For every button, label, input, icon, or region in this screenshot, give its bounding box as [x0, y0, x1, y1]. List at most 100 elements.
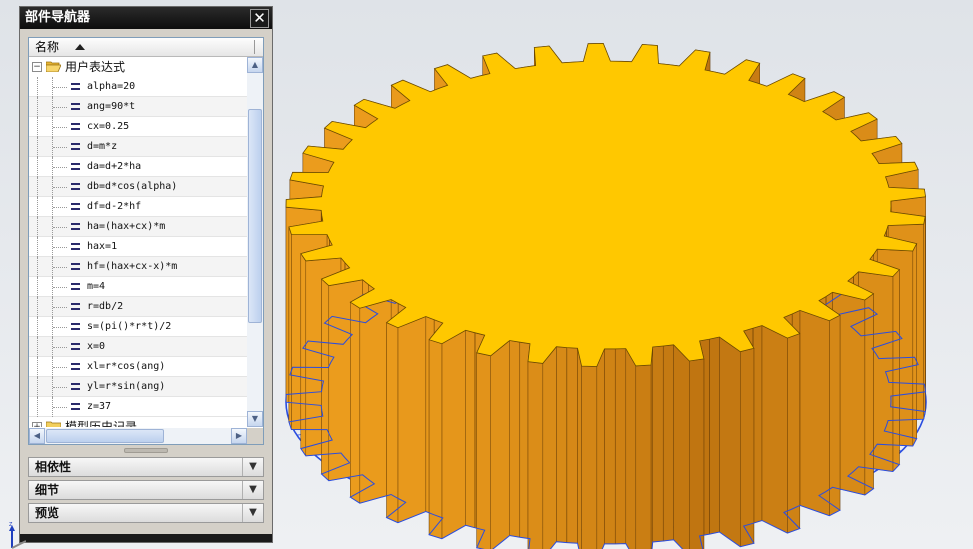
- tree-row-expression[interactable]: ang=90*t: [29, 97, 247, 117]
- expression-icon: [71, 163, 80, 170]
- tree-rows: − 用户表达式 alpha=20 ang=90*t cx=0.25 d=m*z da=d…: [29, 57, 247, 427]
- scroll-right-icon[interactable]: ▶: [231, 428, 247, 444]
- tooth-side-face: [397, 316, 426, 523]
- expression-text: df=d-2*hf: [87, 201, 142, 212]
- tooth-side-face: [864, 293, 874, 496]
- tree-line: [53, 127, 67, 128]
- tooth-side-face: [566, 347, 578, 544]
- tree-row-expression[interactable]: xl=r*cos(ang): [29, 357, 247, 377]
- expression-text: yl=r*sin(ang): [87, 381, 166, 392]
- tooth-side-face: [577, 348, 582, 549]
- tree-group-model-history[interactable]: + 模型历史记录: [29, 417, 247, 427]
- tree-line: [37, 317, 38, 337]
- tree-row-expression[interactable]: z=37: [29, 397, 247, 417]
- expression-text: x=0: [87, 341, 106, 352]
- scroll-left-icon[interactable]: ◀: [29, 428, 45, 444]
- tooth-side-face: [761, 325, 788, 534]
- tooth-side-face: [476, 352, 491, 549]
- tree-line: [37, 357, 38, 377]
- navigator-title: 部件导航器: [20, 7, 272, 29]
- tree-row-expression[interactable]: m=4: [29, 277, 247, 297]
- tree-line: [37, 277, 38, 297]
- expression-icon: [71, 303, 80, 310]
- tree-row-expression[interactable]: df=d-2*hf: [29, 197, 247, 217]
- expression-text: cx=0.25: [87, 121, 130, 132]
- tooth-side-face: [596, 348, 605, 549]
- tree-row-expression[interactable]: s=(pi()*r*t)/2: [29, 317, 247, 337]
- section-details[interactable]: 细节 ▼: [28, 480, 264, 500]
- expand-icon[interactable]: +: [32, 422, 42, 427]
- tooth-side-face: [288, 226, 292, 430]
- horizontal-scroll-thumb[interactable]: [46, 429, 164, 443]
- collapse-icon[interactable]: −: [32, 62, 42, 72]
- tooth-side-face: [740, 348, 755, 547]
- expression-text: xl=r*cos(ang): [87, 361, 166, 372]
- section-preview[interactable]: 预览 ▼: [28, 503, 264, 523]
- tree-row-expression[interactable]: hf=(hax+cx-x)*m: [29, 257, 247, 277]
- close-icon[interactable]: ✕: [250, 9, 269, 28]
- tree-line: [37, 137, 38, 157]
- tree-group-user-expressions[interactable]: − 用户表达式: [29, 57, 247, 77]
- expression-icon: [71, 263, 80, 270]
- expression-text: d=m*z: [87, 141, 118, 152]
- expression-icon: [71, 323, 80, 330]
- tree-row-expression[interactable]: r=db/2: [29, 297, 247, 317]
- tooth-side-face: [829, 314, 841, 517]
- tree-row-expression[interactable]: da=d+2*ha: [29, 157, 247, 177]
- expression-text: hf=(hax+cx-x)*m: [87, 261, 178, 272]
- tree-row-expression[interactable]: cx=0.25: [29, 117, 247, 137]
- tree-line: [53, 147, 67, 148]
- tree-row-expression[interactable]: d=m*z: [29, 137, 247, 157]
- tooth-side-face: [604, 348, 616, 545]
- tooth-side-face: [556, 346, 568, 543]
- chevron-down-icon[interactable]: ▼: [242, 504, 263, 522]
- horizontal-scrollbar[interactable]: ◀ ▶: [29, 428, 247, 444]
- tree-row-expression[interactable]: ha=(hax+cx)*m: [29, 217, 247, 237]
- tree-line: [37, 157, 38, 177]
- scroll-down-icon[interactable]: ▼: [247, 411, 263, 427]
- expression-text: m=4: [87, 281, 106, 292]
- vertical-scroll-thumb[interactable]: [248, 109, 262, 323]
- expression-text: s=(pi()*r*t)/2: [87, 321, 172, 332]
- tree-line: [53, 307, 67, 308]
- tree-line: [53, 187, 67, 188]
- tooth-side-face: [673, 344, 690, 549]
- tree-row-expression[interactable]: yl=r*sin(ang): [29, 377, 247, 397]
- tree-row-expression[interactable]: db=d*cos(alpha): [29, 177, 247, 197]
- scroll-corner: [247, 428, 263, 444]
- tree-line: [53, 287, 67, 288]
- scroll-up-icon[interactable]: ▲: [247, 57, 263, 73]
- pane-splitter[interactable]: [124, 448, 168, 453]
- tooth-side-face: [650, 346, 653, 549]
- open-folder-icon: [46, 61, 61, 72]
- tree-line: [37, 257, 38, 277]
- navigator-tree[interactable]: 名称 − 用户表达式 alpha=20 ang=90*t cx=0.25 d=m*z d…: [28, 37, 264, 445]
- tooth-side-face: [542, 346, 557, 549]
- column-header[interactable]: 名称: [29, 38, 263, 57]
- tree-line: [37, 217, 38, 237]
- expression-icon: [71, 103, 80, 110]
- column-header-name: 名称: [35, 40, 60, 54]
- tree-line: [37, 177, 38, 197]
- chevron-down-icon[interactable]: ▼: [242, 481, 263, 499]
- vertical-scrollbar[interactable]: ▲ ▼: [247, 57, 263, 427]
- column-resize-handle[interactable]: [254, 40, 255, 54]
- tree-row-expression[interactable]: x=0: [29, 337, 247, 357]
- tree-row-expression[interactable]: alpha=20: [29, 77, 247, 97]
- chevron-down-icon[interactable]: ▼: [242, 458, 263, 476]
- navigator-bottom-bar: [20, 534, 272, 542]
- tooth-side-face: [663, 344, 674, 542]
- tooth-side-face: [321, 278, 329, 482]
- tree-line: [53, 327, 67, 328]
- section-dependencies[interactable]: 相依性 ▼: [28, 457, 264, 477]
- tree-row-expression[interactable]: hax=1: [29, 237, 247, 257]
- expression-icon: [71, 363, 80, 370]
- tree-line: [53, 347, 67, 348]
- expression-icon: [71, 283, 80, 290]
- tooth-side-face: [300, 252, 306, 457]
- expression-icon: [71, 183, 80, 190]
- tree-line: [37, 297, 38, 317]
- tooth-side-face: [509, 340, 520, 538]
- tooth-side-face: [625, 347, 636, 549]
- expression-text: da=d+2*ha: [87, 161, 142, 172]
